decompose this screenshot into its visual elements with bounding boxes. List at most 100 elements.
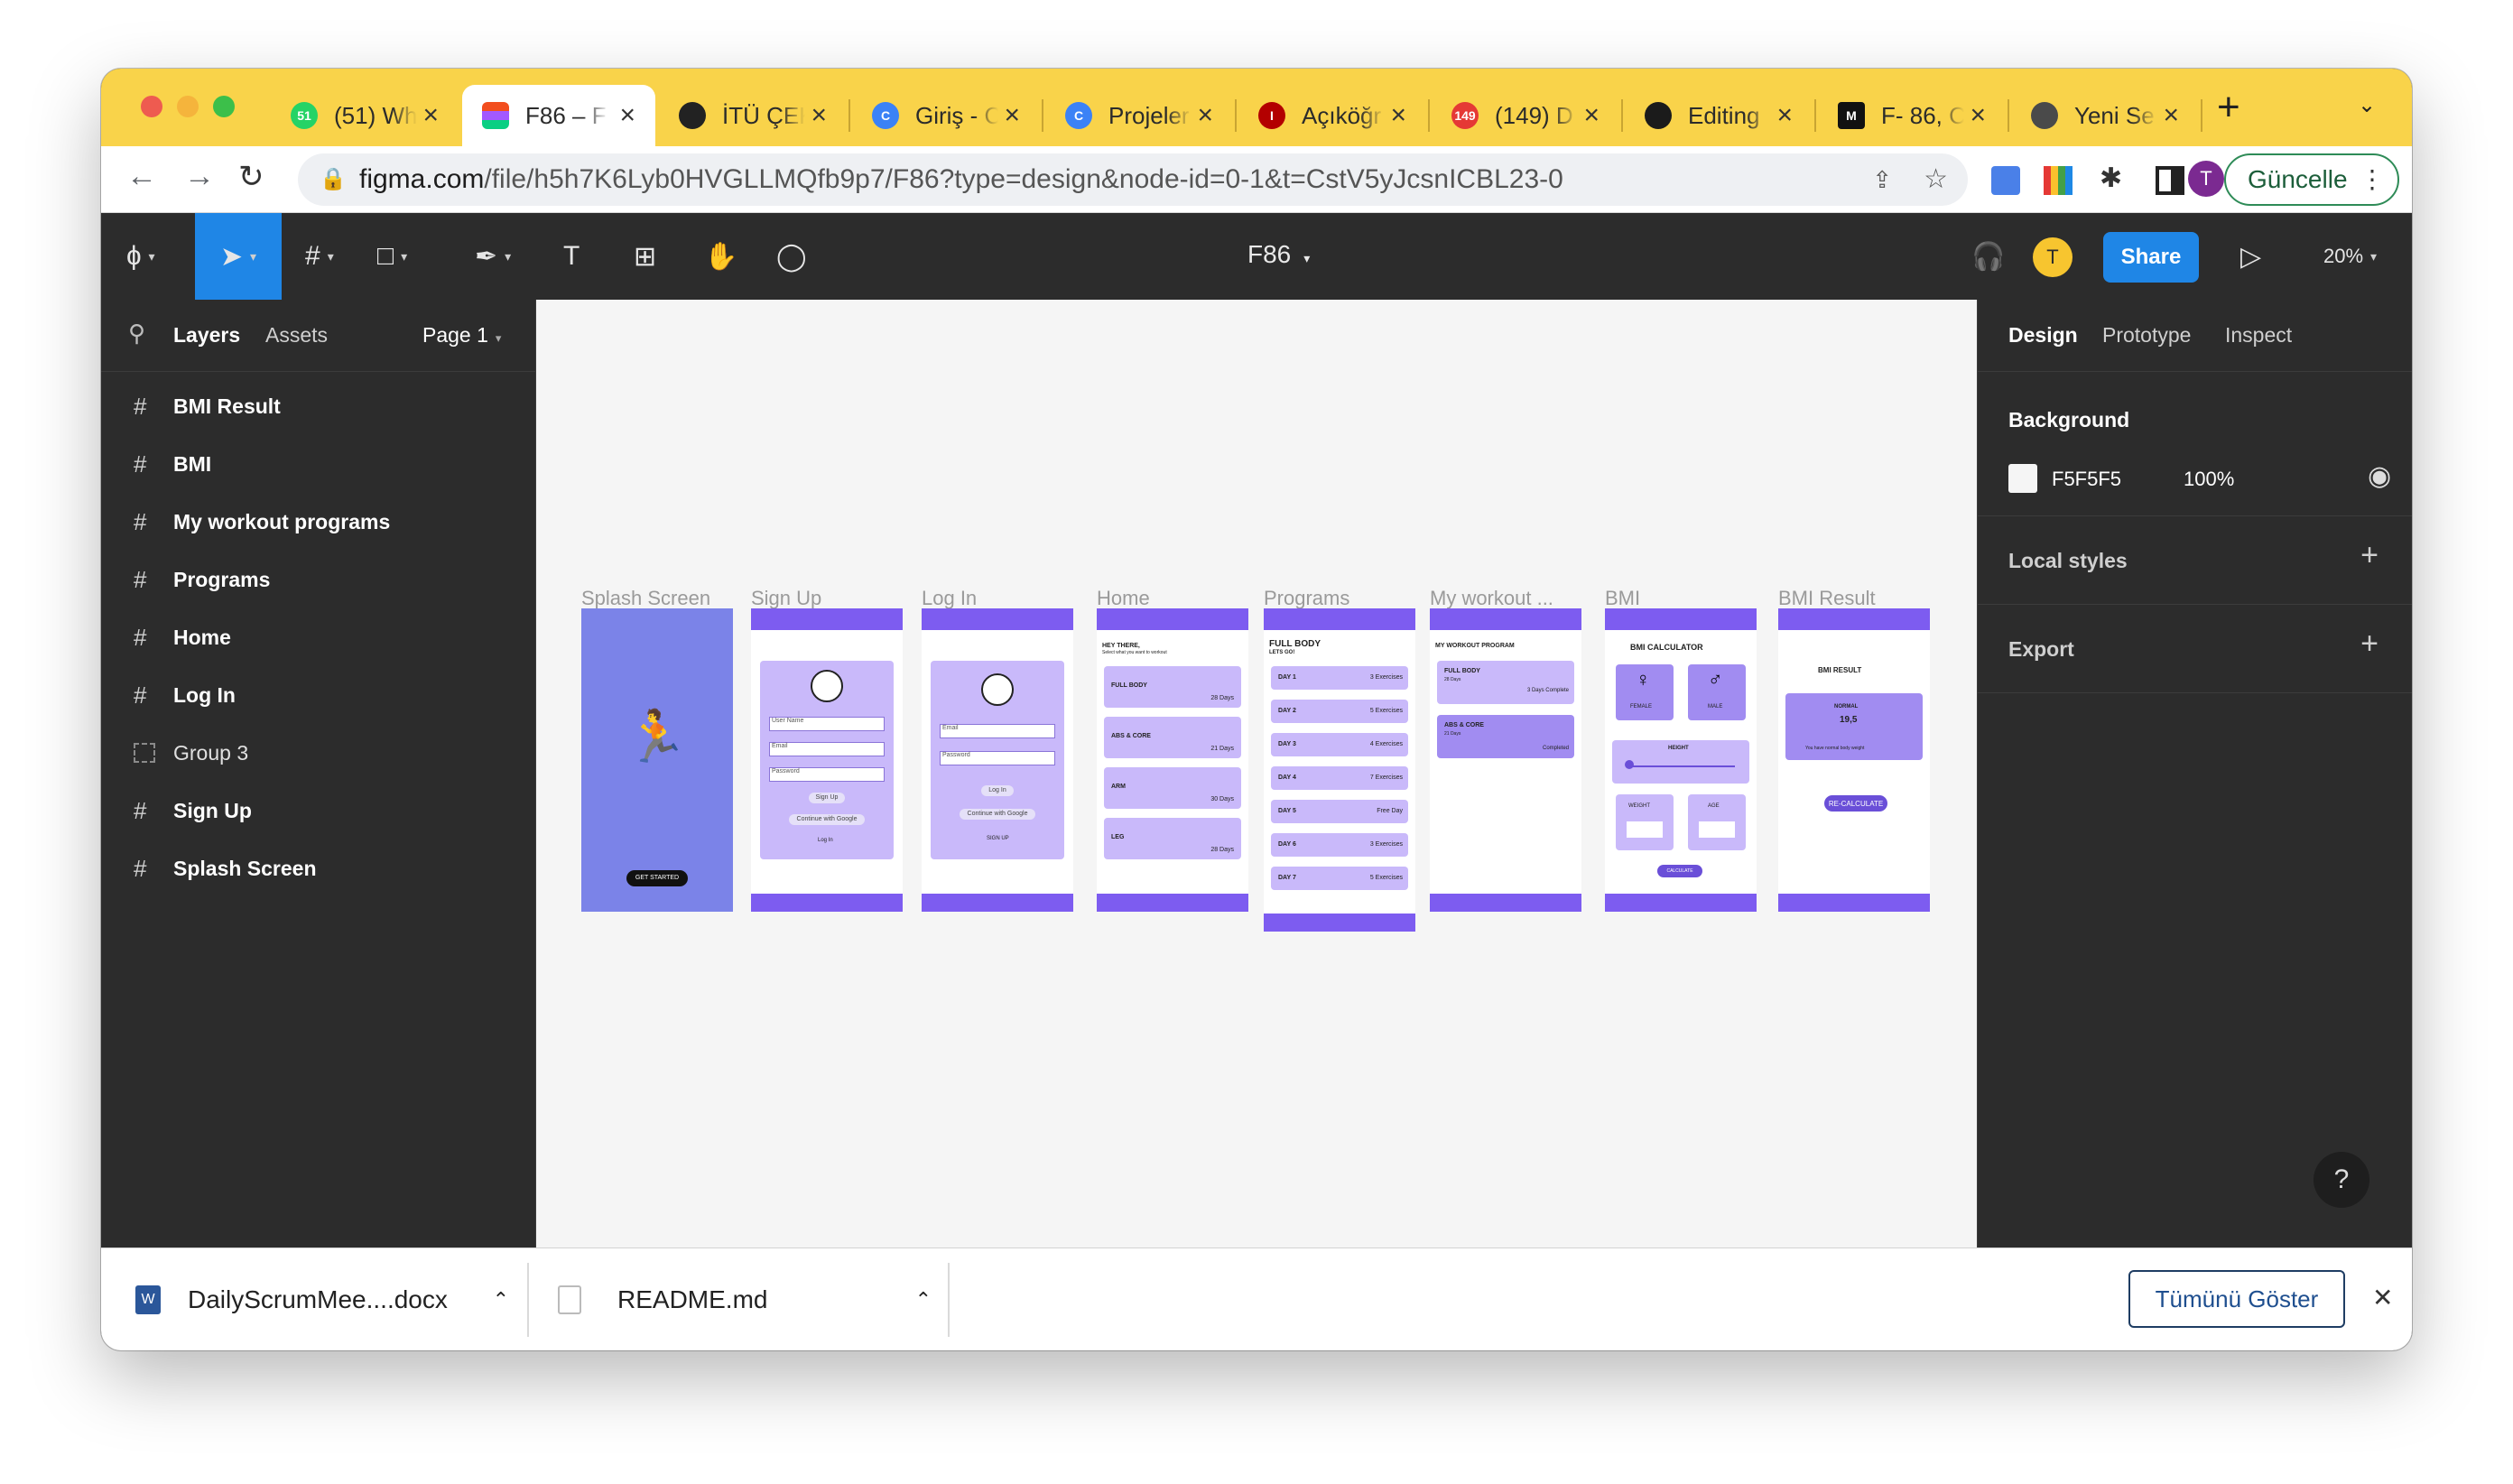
chevron-up-icon[interactable]: ⌃	[915, 1288, 932, 1312]
female-option[interactable]: ♀ FEMALE	[1616, 664, 1674, 720]
side-panel-icon[interactable]	[2156, 166, 2184, 195]
age-input[interactable]	[1699, 821, 1735, 838]
browser-tab[interactable]: I Açıköğr ×	[1238, 85, 1426, 146]
browser-tab[interactable]: C Giriş - C ×	[852, 85, 1040, 146]
layer-item[interactable]: # Sign Up	[101, 782, 536, 839]
background-opacity[interactable]: 100%	[2184, 468, 2234, 491]
update-button[interactable]: Güncelle ⋮	[2224, 153, 2399, 206]
frame-sign-up[interactable]: User Name Email Password Sign Up Continu…	[751, 608, 903, 912]
frame-title[interactable]: BMI Result	[1778, 587, 1932, 610]
day-row[interactable]: DAY 4 7 Exercises	[1271, 766, 1408, 790]
background-color-swatch[interactable]	[2008, 464, 2037, 493]
show-all-downloads-button[interactable]: Tümünü Göster	[2128, 1270, 2345, 1328]
audio-headphones-icon[interactable]: 🎧	[1971, 213, 2005, 300]
comment-tool-button[interactable]: ◯	[776, 213, 807, 300]
layer-item[interactable]: # Home	[101, 608, 536, 666]
frame-programs[interactable]: FULL BODY LETS GO! DAY 1 3 Exercises DAY …	[1264, 608, 1415, 932]
layer-item[interactable]: # Programs	[101, 551, 536, 608]
workout-card[interactable]: FULL BODY 28 Days	[1104, 666, 1241, 708]
maximize-window-button[interactable]	[213, 96, 235, 117]
day-row[interactable]: DAY 3 4 Exercises	[1271, 733, 1408, 756]
frame-splash-screen[interactable]: 🏃 GET STARTED	[581, 608, 733, 912]
user-avatar[interactable]: T	[2033, 237, 2073, 277]
google-button[interactable]: Continue with Google	[960, 809, 1035, 820]
close-downloads-icon[interactable]: ✕	[2372, 1283, 2393, 1312]
calculate-button[interactable]: CALCULATE	[1657, 865, 1702, 877]
tab-assets[interactable]: Assets	[265, 323, 328, 348]
back-icon[interactable]: ←	[126, 159, 157, 194]
browser-tab[interactable]: C Projeler ×	[1045, 85, 1233, 146]
close-tab-icon[interactable]: ×	[1970, 100, 1986, 131]
email-field[interactable]: Email	[769, 742, 885, 756]
frame-title[interactable]: Programs	[1264, 587, 1417, 610]
pen-tool-button[interactable]: ✒ ▾	[475, 213, 511, 300]
login-button[interactable]: Log In	[981, 785, 1014, 796]
close-tab-icon[interactable]: ×	[422, 100, 439, 131]
url-field[interactable]: 🔒 figma.com/file/h5h7K6Lyb0HVGLLMQfb9p7/…	[298, 153, 1968, 206]
frame-title[interactable]: Sign Up	[751, 587, 904, 610]
frame-title[interactable]: Home	[1097, 587, 1250, 610]
my-program-card[interactable]: ABS & CORE 21 Days Completed	[1437, 715, 1574, 758]
workout-card[interactable]: ARM 30 Days	[1104, 767, 1241, 809]
frame-my-workout-programs[interactable]: MY WORKOUT PROGRAM FULL BODY 28 Days 3 Day…	[1430, 608, 1581, 912]
main-menu-button[interactable]: ɸ ▾	[126, 213, 155, 300]
frame-title[interactable]: My workout ...	[1430, 587, 1565, 610]
frame-title[interactable]: BMI	[1605, 587, 1758, 610]
visibility-eye-icon[interactable]: ◉	[2368, 460, 2391, 492]
close-tab-icon[interactable]: ×	[2163, 100, 2179, 131]
bookmark-star-icon[interactable]: ☆	[1924, 153, 1948, 206]
background-hex[interactable]: F5F5F5	[2052, 468, 2121, 491]
frame-bmi[interactable]: BMI CALCULATOR ♀ FEMALE ♂ MALE HEIGHT WEIG…	[1605, 608, 1757, 912]
color-extension-icon[interactable]	[2044, 166, 2073, 195]
day-row[interactable]: DAY 1 3 Exercises	[1271, 666, 1408, 690]
add-export-plus-icon[interactable]: +	[2360, 626, 2379, 662]
close-tab-icon[interactable]: ×	[619, 100, 635, 131]
tab-prototype[interactable]: Prototype	[2102, 323, 2191, 348]
frame-home[interactable]: HEY THERE, Select what you want to worko…	[1097, 608, 1248, 912]
share-button[interactable]: Share	[2103, 232, 2199, 283]
username-field[interactable]: User Name	[769, 717, 885, 731]
weight-input[interactable]	[1627, 821, 1663, 838]
page-selector[interactable]: Page 1 ▾	[422, 323, 501, 348]
translate-extension-icon[interactable]	[1991, 166, 2020, 195]
close-tab-icon[interactable]: ×	[1583, 100, 1600, 131]
recalculate-button[interactable]: RE-CALCULATE	[1823, 794, 1888, 812]
frame-title[interactable]: Splash Screen	[581, 587, 735, 610]
file-name-dropdown[interactable]: F86 ▾	[1247, 240, 1310, 269]
login-link[interactable]: Log In	[818, 838, 833, 843]
tab-design[interactable]: Design	[2008, 323, 2078, 348]
tab-layers[interactable]: Layers	[173, 323, 240, 348]
text-tool-button[interactable]: T	[563, 213, 580, 300]
layer-item[interactable]: # My workout programs	[101, 493, 536, 551]
password-field[interactable]: Password	[940, 751, 1055, 765]
email-field[interactable]: Email	[940, 724, 1055, 738]
layer-item[interactable]: Group 3	[101, 724, 536, 782]
browser-tab[interactable]: Editing ×	[1625, 85, 1813, 146]
google-button[interactable]: Continue with Google	[789, 814, 865, 825]
frame-bmi-result[interactable]: BMI RESULT NORMAL 19,5 You have normal b…	[1778, 608, 1930, 912]
forward-icon[interactable]: →	[184, 159, 215, 194]
close-tab-icon[interactable]: ×	[1776, 100, 1793, 131]
signup-link[interactable]: SIGN UP	[987, 836, 1009, 841]
close-window-button[interactable]	[141, 96, 162, 117]
password-field[interactable]: Password	[769, 767, 885, 782]
new-tab-button[interactable]: +	[2217, 85, 2240, 130]
download-item[interactable]: W DailyScrumMee....docx ⌃	[135, 1248, 533, 1350]
search-icon[interactable]: ⚲	[128, 320, 145, 348]
browser-tab[interactable]: 149 (149) D ×	[1432, 85, 1619, 146]
height-slider[interactable]	[1627, 765, 1735, 767]
weight-card[interactable]: WEIGHT	[1616, 794, 1674, 850]
move-tool-button[interactable]: ➤ ▾	[195, 213, 282, 300]
close-tab-icon[interactable]: ×	[1390, 100, 1406, 131]
profile-avatar[interactable]: T	[2188, 161, 2224, 197]
zoom-dropdown[interactable]: 20% ▾	[2323, 213, 2377, 300]
slider-thumb-icon[interactable]	[1625, 760, 1634, 769]
tab-inspect[interactable]: Inspect	[2225, 323, 2292, 348]
browser-tab[interactable]: 51 (51) Wh ×	[271, 85, 459, 146]
shape-tool-button[interactable]: □ ▾	[377, 213, 407, 300]
day-row[interactable]: DAY 2 5 Exercises	[1271, 700, 1408, 723]
frame-title[interactable]: Log In	[922, 587, 1075, 610]
chevron-up-icon[interactable]: ⌃	[493, 1288, 509, 1312]
day-row[interactable]: DAY 5 Free Day	[1271, 800, 1408, 823]
close-tab-icon[interactable]: ×	[1004, 100, 1020, 131]
